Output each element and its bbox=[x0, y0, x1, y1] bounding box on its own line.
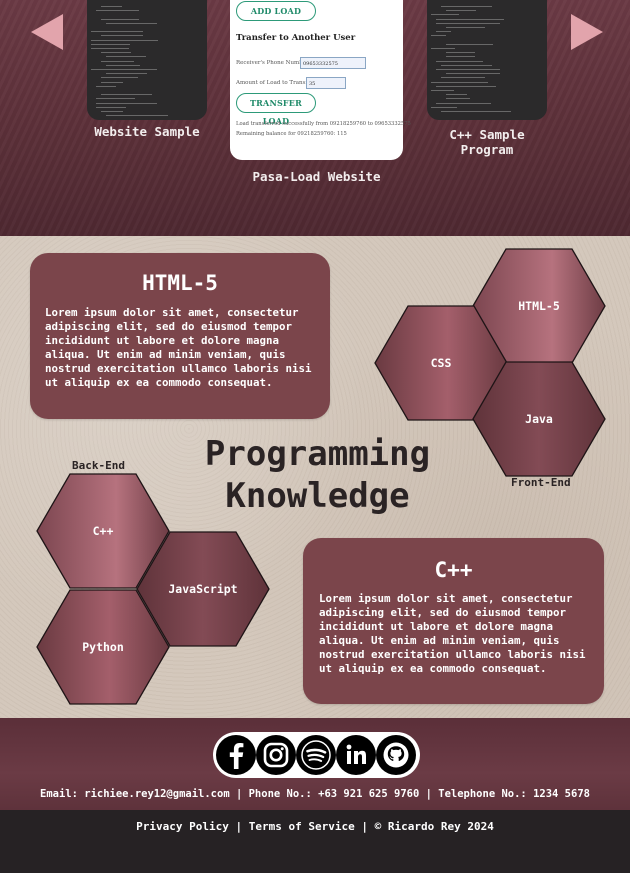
code-line bbox=[441, 77, 486, 79]
code-line bbox=[106, 73, 147, 75]
code-line bbox=[436, 69, 500, 70]
social-links bbox=[213, 732, 420, 778]
linkedin-icon[interactable] bbox=[336, 735, 376, 775]
html5-card-title: HTML-5 bbox=[142, 271, 218, 295]
carousel-prev-arrow[interactable] bbox=[31, 14, 63, 50]
code-line bbox=[101, 35, 143, 37]
title-line-2: Knowledge bbox=[225, 476, 410, 516]
code-line bbox=[431, 90, 454, 91]
code-line bbox=[96, 98, 136, 100]
code-line bbox=[436, 18, 505, 20]
code-line bbox=[101, 60, 135, 62]
code-line bbox=[441, 64, 492, 66]
receiver-phone-input[interactable]: 09653332575 bbox=[300, 57, 366, 69]
code-line bbox=[446, 27, 485, 28]
separator: | bbox=[354, 820, 375, 833]
terms-of-service-link[interactable]: Terms of Service bbox=[249, 820, 355, 833]
code-line bbox=[96, 10, 139, 12]
code-line bbox=[91, 31, 143, 33]
code-line bbox=[446, 98, 471, 100]
code-line bbox=[431, 48, 456, 49]
html5-card-body: Lorem ipsum dolor sit amet, consectetur … bbox=[45, 306, 312, 389]
code-line bbox=[431, 106, 457, 108]
pasa-load-label: Pasa-Load Website bbox=[252, 169, 381, 184]
facebook-icon[interactable] bbox=[216, 735, 256, 775]
code-line bbox=[446, 52, 475, 54]
transfer-success-message: Load transferred successfully from 09218… bbox=[236, 121, 411, 127]
code-line bbox=[436, 102, 491, 104]
code-line bbox=[436, 85, 497, 87]
legal-bar: Privacy Policy | Terms of Service | © Ri… bbox=[0, 810, 630, 873]
code-line bbox=[91, 69, 157, 70]
code-line bbox=[431, 81, 488, 83]
code-line bbox=[91, 48, 130, 49]
code-line bbox=[106, 22, 158, 24]
legal-links: Privacy Policy | Terms of Service | © Ri… bbox=[0, 820, 630, 833]
cpp-sample-label: C++ Sample Program bbox=[449, 127, 525, 157]
code-line bbox=[101, 81, 124, 83]
code-line bbox=[446, 94, 468, 96]
code-line bbox=[96, 106, 126, 108]
footer: Email: richiee.rey12@gmail.com | Phone N… bbox=[0, 718, 630, 810]
copyright-text: © Ricardo Rey 2024 bbox=[374, 820, 494, 833]
hex-html5-label: HTML-5 bbox=[518, 299, 560, 313]
hex-css-label: CSS bbox=[431, 356, 452, 370]
github-icon[interactable] bbox=[376, 735, 416, 775]
cpp-card-title: C++ bbox=[434, 558, 473, 582]
spotify-icon[interactable] bbox=[296, 735, 336, 775]
html5-info-card: HTML-5 Lorem ipsum dolor sit amet, conse… bbox=[30, 253, 330, 419]
code-line bbox=[441, 6, 493, 7]
separator: | bbox=[228, 820, 249, 833]
hex-java-label: Java bbox=[525, 412, 553, 426]
code-line bbox=[106, 56, 146, 58]
code-line bbox=[431, 14, 459, 16]
back-end-label: Back-End bbox=[72, 459, 125, 472]
instagram-icon[interactable] bbox=[256, 735, 296, 775]
code-line bbox=[446, 73, 501, 75]
code-line bbox=[441, 111, 511, 112]
front-end-label: Front-End bbox=[511, 476, 571, 489]
code-line bbox=[106, 115, 169, 117]
code-line bbox=[446, 10, 476, 12]
remaining-balance-message: Remaining balance for 09218259760: 115 bbox=[236, 131, 347, 137]
website-sample-thumbnail[interactable] bbox=[87, 0, 207, 120]
code-line bbox=[101, 6, 123, 7]
website-sample-label: Website Sample bbox=[94, 124, 200, 139]
add-load-button[interactable]: ADD LOAD bbox=[236, 1, 316, 21]
privacy-policy-link[interactable]: Privacy Policy bbox=[136, 820, 229, 833]
project-carousel: Website Sample C++ Sample Program ADD LO… bbox=[0, 0, 630, 236]
code-line bbox=[101, 94, 152, 96]
title-line-1: Programming bbox=[204, 434, 431, 474]
programming-knowledge-section: HTML-5 CSS Java C++ JavaScript Python HTML-5 … bbox=[0, 236, 630, 718]
programming-knowledge-title: Programming Knowledge bbox=[180, 433, 455, 517]
hex-python-label: Python bbox=[82, 640, 124, 654]
code-line bbox=[91, 43, 131, 45]
hex-javascript-label: JavaScript bbox=[168, 582, 237, 596]
transfer-heading: Transfer to Another User bbox=[236, 33, 356, 43]
code-line bbox=[101, 18, 139, 20]
code-line bbox=[436, 22, 501, 24]
pasa-load-preview-card[interactable]: ADD LOAD Transfer to Another User Receiv… bbox=[230, 0, 411, 160]
code-line bbox=[446, 43, 494, 45]
cpp-info-card: C++ Lorem ipsum dolor sit amet, consecte… bbox=[303, 538, 604, 704]
code-line bbox=[96, 85, 116, 87]
amount-label: Amount of Load to Transfer: bbox=[236, 80, 316, 86]
code-line bbox=[91, 39, 158, 41]
code-line bbox=[101, 111, 124, 112]
code-line bbox=[436, 31, 452, 33]
code-line bbox=[101, 52, 132, 54]
amount-input[interactable]: 35 bbox=[306, 77, 346, 89]
code-line bbox=[431, 35, 447, 37]
cpp-sample-thumbnail[interactable] bbox=[427, 0, 547, 120]
contact-info: Email: richiee.rey12@gmail.com | Phone N… bbox=[40, 788, 590, 800]
code-line bbox=[101, 77, 139, 79]
hex-cpp-label: C++ bbox=[93, 524, 114, 538]
code-line bbox=[446, 56, 475, 58]
carousel-next-arrow[interactable] bbox=[571, 14, 603, 50]
code-line bbox=[96, 102, 158, 104]
transfer-load-button[interactable]: TRANSFER LOAD bbox=[236, 93, 316, 126]
code-line bbox=[436, 60, 483, 62]
cpp-card-body: Lorem ipsum dolor sit amet, consectetur … bbox=[319, 592, 586, 675]
code-line bbox=[106, 64, 141, 66]
